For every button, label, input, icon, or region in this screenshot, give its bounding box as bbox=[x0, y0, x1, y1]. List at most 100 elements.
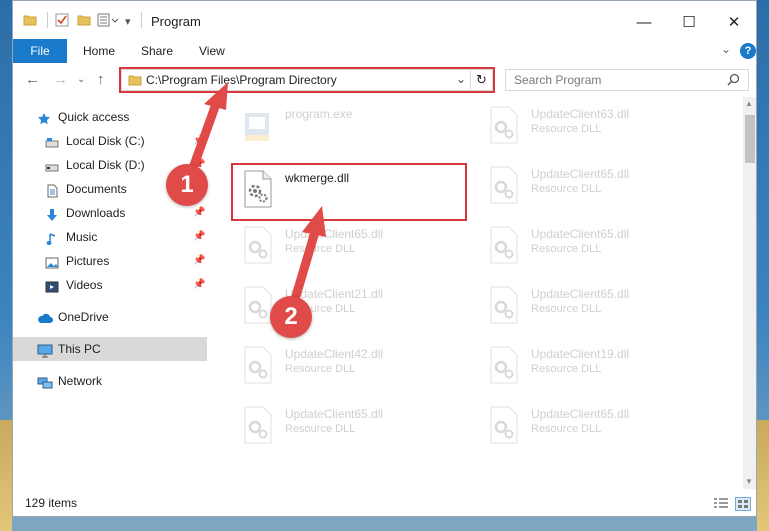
sidebar-item-label: OneDrive bbox=[58, 310, 109, 324]
scroll-up-icon[interactable]: ▲ bbox=[745, 99, 753, 108]
maximize-button[interactable]: ☐ bbox=[667, 7, 711, 37]
status-bar: 129 items bbox=[13, 489, 756, 516]
pin-icon[interactable]: 📌 bbox=[193, 201, 205, 225]
list-item[interactable]: UpdateClient65.dll Resource DLL bbox=[233, 219, 463, 271]
tab-view[interactable]: View bbox=[185, 39, 239, 63]
search-box[interactable]: Search Program bbox=[505, 69, 749, 91]
sidebar-item-label: Quick access bbox=[58, 110, 130, 124]
minimize-button[interactable]: — bbox=[622, 7, 666, 37]
item-count: 129 items bbox=[25, 496, 78, 510]
file-type: Resource DLL bbox=[531, 303, 602, 315]
network-icon bbox=[37, 374, 53, 389]
list-item[interactable]: UpdateClient42.dll Resource DLL bbox=[233, 339, 463, 391]
properties-icon[interactable] bbox=[55, 13, 69, 30]
back-arrow-icon[interactable]: ← bbox=[25, 71, 40, 88]
search-icon[interactable] bbox=[727, 73, 740, 89]
list-item[interactable]: UpdateClient63.dll Resource DLL bbox=[479, 99, 709, 151]
file-type: Resource DLL bbox=[531, 183, 602, 195]
step-2-badge: 2 bbox=[270, 296, 312, 338]
step-1-badge: 1 bbox=[166, 164, 208, 206]
recent-locations-icon[interactable]: ⌄ bbox=[77, 74, 85, 85]
file-name: UpdateClient65.dll bbox=[531, 407, 630, 421]
computer-icon bbox=[37, 342, 53, 358]
videos-icon bbox=[45, 278, 59, 293]
sidebar-item-quick-access[interactable]: Quick access bbox=[13, 105, 207, 129]
scrollbar-thumb[interactable] bbox=[745, 115, 755, 163]
navigation-pane: Quick access Local Disk (C:) 📌 Local Dis… bbox=[13, 97, 209, 489]
file-name: UpdateClient65.dll bbox=[531, 287, 630, 301]
view-options-icon[interactable] bbox=[97, 13, 119, 30]
search-input[interactable]: Search Program bbox=[514, 73, 601, 87]
file-name: UpdateClient65.dll bbox=[531, 167, 630, 181]
new-folder-icon[interactable] bbox=[77, 13, 91, 30]
list-item[interactable]: UpdateClient65.dll Resource DLL bbox=[479, 279, 709, 331]
pin-icon[interactable]: 📌 bbox=[193, 249, 205, 273]
list-item[interactable]: UpdateClient21.dll Resource DLL bbox=[233, 279, 463, 331]
sidebar-item-this-pc[interactable]: This PC bbox=[13, 337, 207, 361]
sidebar-item-pictures[interactable]: Pictures 📌 bbox=[13, 249, 207, 273]
customize-toolbar-icon[interactable]: ▾ bbox=[125, 15, 131, 28]
download-icon bbox=[45, 206, 59, 221]
expand-ribbon-icon[interactable]: ⌄ bbox=[721, 42, 731, 56]
details-view-icon[interactable] bbox=[713, 497, 729, 511]
file-highlight-box bbox=[231, 163, 467, 221]
up-arrow-icon[interactable]: ↑ bbox=[97, 71, 105, 88]
close-button[interactable]: ✕ bbox=[712, 7, 756, 37]
sidebar-item-label: Pictures bbox=[66, 254, 110, 268]
sidebar-item-onedrive[interactable]: OneDrive bbox=[13, 305, 207, 329]
list-item[interactable]: UpdateClient65.dll Resource DLL bbox=[479, 219, 709, 271]
drive-icon bbox=[45, 134, 59, 148]
sidebar-item-local-disk-c[interactable]: Local Disk (C:) 📌 bbox=[13, 129, 207, 153]
folder-icon bbox=[23, 13, 37, 30]
title-divider bbox=[141, 12, 142, 28]
list-item[interactable]: UpdateClient65.dll Resource DLL bbox=[479, 399, 709, 451]
pin-icon[interactable]: 📌 bbox=[193, 225, 205, 249]
tab-home[interactable]: Home bbox=[69, 39, 129, 63]
sidebar-item-downloads[interactable]: Downloads 📌 bbox=[13, 201, 207, 225]
file-type: Resource DLL bbox=[531, 243, 602, 255]
file-name: UpdateClient65.dll bbox=[531, 227, 630, 241]
toolbar-divider bbox=[47, 12, 48, 28]
dll-file-icon bbox=[239, 225, 275, 265]
cloud-icon bbox=[37, 310, 53, 324]
file-type: Resource DLL bbox=[531, 123, 602, 135]
pin-icon[interactable]: 📌 bbox=[193, 273, 205, 297]
pin-icon[interactable]: 📌 bbox=[193, 129, 205, 153]
file-name: UpdateClient19.dll bbox=[531, 347, 630, 361]
file-name: UpdateClient65.dll bbox=[285, 407, 384, 421]
file-type: Resource DLL bbox=[285, 243, 356, 255]
forward-arrow-icon[interactable]: → bbox=[53, 71, 68, 88]
file-type: Resource DLL bbox=[531, 423, 602, 435]
sidebar-item-label: Downloads bbox=[66, 206, 126, 220]
dll-file-icon bbox=[239, 405, 275, 445]
pictures-icon bbox=[45, 254, 59, 269]
large-icons-view-icon[interactable] bbox=[735, 497, 751, 511]
tab-file[interactable]: File bbox=[13, 39, 67, 63]
dll-file-icon bbox=[239, 345, 275, 385]
help-icon[interactable]: ? bbox=[740, 43, 756, 59]
sidebar-item-network[interactable]: Network bbox=[13, 369, 207, 393]
window-title: Program bbox=[151, 14, 201, 29]
sidebar-item-label: Music bbox=[66, 230, 98, 244]
list-item[interactable]: UpdateClient65.dll Resource DLL bbox=[479, 159, 709, 211]
dll-file-icon bbox=[485, 225, 521, 265]
file-type: Resource DLL bbox=[531, 363, 602, 375]
sidebar-item-label: Videos bbox=[66, 278, 103, 292]
file-name: program.exe bbox=[285, 107, 353, 121]
file-explorer-window: ▾ Program — ☐ ✕ File Home Share View ⌄ ?… bbox=[12, 0, 757, 517]
list-item[interactable]: UpdateClient19.dll Resource DLL bbox=[479, 339, 709, 391]
file-type: Resource DLL bbox=[285, 363, 356, 375]
dll-file-icon bbox=[485, 405, 521, 445]
scroll-down-icon[interactable]: ▼ bbox=[745, 477, 753, 486]
dll-file-icon bbox=[485, 105, 521, 145]
desktop-background-right bbox=[757, 420, 769, 531]
vertical-scrollbar[interactable]: ▲ ▼ bbox=[743, 97, 756, 489]
sidebar-item-videos[interactable]: Videos 📌 bbox=[13, 273, 207, 297]
sidebar-item-music[interactable]: Music 📌 bbox=[13, 225, 207, 249]
list-item[interactable]: program.exe bbox=[233, 99, 463, 151]
sidebar-item-label: This PC bbox=[58, 342, 101, 356]
tab-share[interactable]: Share bbox=[127, 39, 187, 63]
exe-file-icon bbox=[239, 105, 275, 145]
list-item[interactable]: UpdateClient65.dll Resource DLL bbox=[233, 399, 463, 451]
dll-file-icon bbox=[485, 345, 521, 385]
